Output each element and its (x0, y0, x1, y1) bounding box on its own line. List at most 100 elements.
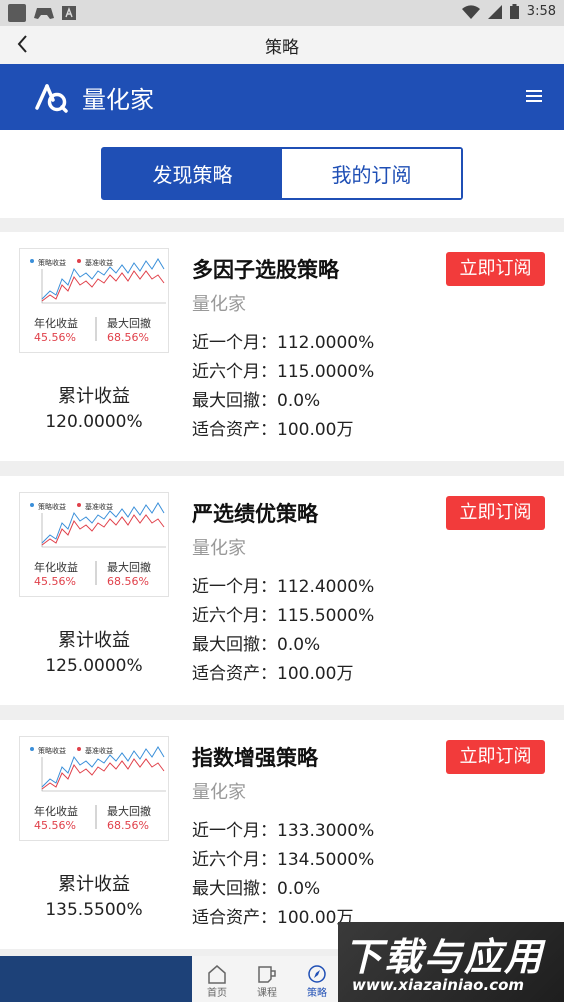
cumulative-label: 累计收益 (58, 630, 130, 651)
stat-month1-value: 112.4000% (277, 577, 375, 597)
legend-benchmark: 基准收益 (85, 747, 113, 755)
compass-icon (308, 965, 326, 983)
gamepad-icon (34, 8, 54, 19)
stat-month1: 近一个月：112.0000% (192, 328, 374, 353)
stat-maxdd-value: 0.0% (277, 635, 321, 655)
strategy-name[interactable]: 多因子选股策略 (192, 254, 339, 284)
cumulative-label: 累计收益 (58, 386, 130, 407)
stat-month1-label: 近一个月： (192, 821, 277, 841)
annual-value: 45.56% (34, 819, 76, 832)
stat-assets-label: 适合资产： (192, 664, 277, 684)
stat-month6-label: 近六个月： (192, 362, 277, 382)
strategy-name[interactable]: 指数增强策略 (192, 742, 318, 772)
stat-month6-value: 115.0000% (277, 362, 375, 382)
tab-my-subscriptions[interactable]: 我的订阅 (282, 149, 461, 198)
drawdown-label: 最大回撤 (107, 805, 151, 818)
stat-assets-label: 适合资产： (192, 908, 277, 928)
cumulative-value: 125.0000% (45, 656, 143, 676)
legend-strategy: 策略收益 (38, 747, 66, 755)
nav-course-label: 课程 (257, 988, 277, 999)
annual-label: 年化收益 (34, 561, 78, 574)
brand-logo-icon (35, 84, 68, 113)
stat-maxdd-label: 最大回撤： (192, 635, 277, 655)
stat-month6-label: 近六个月： (192, 606, 277, 626)
stat-maxdd-value: 0.0% (277, 879, 321, 899)
stat-month6: 近六个月：115.0000% (192, 357, 374, 382)
annual-value: 45.56% (34, 331, 76, 344)
stat-maxdd-label: 最大回撤： (192, 391, 277, 411)
stat-maxdd-value: 0.0% (277, 391, 321, 411)
stat-assets: 适合资产：100.00万 (192, 903, 353, 928)
strategy-name[interactable]: 严选绩优策略 (192, 498, 318, 528)
watermark-url: www.xiazainiao.com (352, 976, 525, 994)
stat-month1-value: 133.3000% (277, 821, 375, 841)
drawdown-value: 68.56% (107, 819, 149, 832)
strategy-author: 量化家 (192, 538, 246, 559)
subscribe-button[interactable]: 立即订阅 (446, 496, 545, 530)
status-bar: 3:58 (0, 0, 564, 26)
strategy-thumbnail[interactable]: 策略收益 基准收益年化收益 最大回撤 45.56% 68.56% (19, 736, 169, 841)
cumulative-value: 120.0000% (45, 412, 143, 432)
stat-month1-label: 近一个月： (192, 333, 277, 353)
stat-month1: 近一个月：133.3000% (192, 816, 374, 841)
benchmark-line (41, 270, 165, 302)
drawdown-label: 最大回撤 (107, 561, 151, 574)
battery-icon (509, 4, 519, 19)
home-icon (208, 965, 226, 984)
segmented-tabs: 发现策略 我的订阅 (101, 147, 463, 200)
tab-area: 发现策略 我的订阅 (0, 130, 564, 218)
cumulative-label: 累计收益 (58, 874, 130, 895)
strategy-card[interactable]: 策略收益 基准收益 年化收益 最大回撤 45.56% 68.56% 累计收益 125.0000… (0, 476, 564, 705)
nav-strategy[interactable]: 策略 (292, 956, 342, 1002)
nav-strategy-label: 策略 (307, 988, 327, 999)
strategy-author: 量化家 (192, 782, 246, 803)
legend-strategy: 策略收益 (38, 259, 66, 267)
stat-maxdd: 最大回撤：0.0% (192, 386, 320, 411)
subscribe-button[interactable]: 立即订阅 (446, 252, 545, 286)
strategy-thumbnail[interactable]: 策略收益 基准收益 年化收益 最大回撤 45.56% 68.56% (19, 492, 169, 597)
font-icon (62, 6, 76, 20)
nav-home-label: 首页 (207, 988, 227, 999)
drawdown-label: 最大回撤 (107, 317, 151, 330)
stat-month1-label: 近一个月： (192, 577, 277, 597)
stat-month6: 近六个月：134.5000% (192, 845, 374, 870)
stat-month1: 近一个月：112.4000% (192, 572, 374, 597)
stat-maxdd: 最大回撤：0.0% (192, 630, 320, 655)
stat-month6: 近六个月：115.5000% (192, 601, 374, 626)
hamburger-menu-icon[interactable] (526, 88, 542, 104)
stat-month6-label: 近六个月： (192, 850, 277, 870)
subscribe-button[interactable]: 立即订阅 (446, 740, 545, 774)
stat-assets-label: 适合资产： (192, 420, 277, 440)
stat-month1-value: 112.0000% (277, 333, 375, 353)
stat-assets: 适合资产：100.00万 (192, 659, 353, 684)
drawdown-value: 68.56% (107, 331, 149, 344)
drawdown-value: 68.56% (107, 575, 149, 588)
nav-home[interactable]: 首页 (192, 956, 242, 1002)
strategy-card[interactable]: 策略收益 基准收益 年化收益 最大回撤 45.56% 68.56% 累计收益 135.5500… (0, 720, 564, 949)
strategy-author: 量化家 (192, 294, 246, 315)
stat-maxdd: 最大回撤：0.0% (192, 874, 320, 899)
app-notification-icon (8, 4, 26, 22)
signal-icon (487, 4, 502, 19)
brand-name: 量化家 (82, 86, 154, 114)
legend-benchmark: 基准收益 (85, 259, 113, 267)
tab-discover-strategies[interactable]: 发现策略 (103, 149, 282, 198)
strategy-thumbnail[interactable]: 策略收益 基准收益年化收益 最大回撤 45.56% 68.56% (19, 248, 169, 353)
benchmark-line (41, 758, 165, 790)
strategy-card[interactable]: 策略收益 基准收益年化收益 最大回撤 45.56% 68.56% 累计收益 120.0000… (0, 232, 564, 461)
annual-label: 年化收益 (34, 317, 78, 330)
brand-bar: 量化家 (0, 64, 564, 130)
annual-label: 年化收益 (34, 805, 78, 818)
stat-assets-value: 100.00万 (277, 420, 354, 440)
stat-maxdd-label: 最大回撤： (192, 879, 277, 899)
title-bar: 策略 (0, 26, 564, 64)
nav-course[interactable]: 课程 (242, 956, 292, 1002)
stat-assets: 适合资产：100.00万 (192, 415, 353, 440)
page-title: 策略 (265, 38, 299, 58)
stat-month6-value: 115.5000% (277, 606, 375, 626)
legend-strategy: 策略收益 (38, 503, 66, 511)
watermark: 下载与应用 www.xiazainiao.com (338, 922, 564, 1002)
wifi-icon (461, 4, 480, 19)
annual-value: 45.56% (34, 575, 76, 588)
watermark-title: 下载与应用 (344, 935, 545, 979)
